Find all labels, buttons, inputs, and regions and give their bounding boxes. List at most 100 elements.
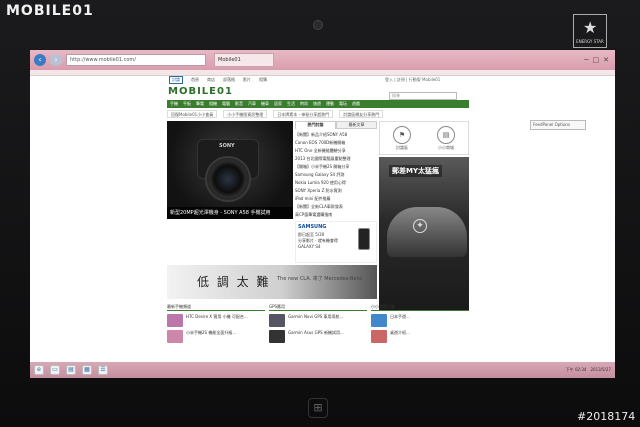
menu-item[interactable]: 居家 (274, 101, 282, 107)
windows-button-icon[interactable]: ⊞ (308, 398, 328, 418)
browser-tab[interactable]: Mobile01 (214, 53, 274, 67)
page-content: 討論 首頁 商店 部落格 影片 相簿 登入 | 註冊 | 行動版 Mobile0… (167, 76, 469, 362)
samsung-ad[interactable]: SAMSUNG 即日起至 5/30 分享影片 · 就有機會得 GALAXY S4 (295, 221, 377, 263)
thumbnail (371, 330, 387, 343)
column-header[interactable]: 最新手機頻道 (167, 304, 265, 311)
system-tray[interactable]: 下午 02:34 2013/5/27 (566, 367, 615, 373)
menu-item[interactable]: 生活 (287, 101, 295, 107)
forward-button[interactable]: › (50, 54, 62, 66)
list-item[interactable]: HTC Desire X 實用 小機 可配合... (167, 314, 265, 327)
energy-star-label: ★ ENERGY STAR (573, 14, 607, 48)
close-button[interactable]: ✕ (603, 56, 609, 64)
list-item[interactable]: 高CP值筆電選購指南 (295, 211, 377, 219)
ie-icon[interactable]: e (34, 365, 44, 375)
menu-item[interactable]: 旅遊 (313, 101, 321, 107)
benz-side-ad[interactable]: 郵差MY太猛瘋 ✦ (379, 157, 469, 311)
top-nav-item[interactable]: 影片 (243, 77, 251, 83)
list-item[interactable]: 日本手遊... (371, 314, 469, 327)
thumbnail (167, 330, 183, 343)
top-nav-item[interactable]: 部落格 (223, 77, 235, 83)
list-item[interactable]: Samsung Galaxy S4 評測 (295, 171, 377, 179)
windows-taskbar: e ▭ ▤ ▦ ☰ 下午 02:34 2013/5/27 (30, 362, 615, 378)
cla-slogan: 低 調 太 難 (197, 275, 271, 289)
minimize-button[interactable]: ─ (584, 56, 588, 64)
menu-item[interactable]: 筆電 (196, 101, 204, 107)
top-nav-item[interactable]: 相簿 (259, 77, 267, 83)
side-icon-label: 小小商城 (438, 144, 454, 150)
side-icon-shop[interactable]: ▤ 小小商城 (437, 125, 455, 151)
maximize-button[interactable]: □ (593, 56, 600, 64)
tab-latest[interactable]: 最新文章 (336, 121, 377, 129)
menu-item[interactable]: 汽車 (248, 101, 256, 107)
address-bar[interactable]: http://www.mobile01.com/ (66, 54, 206, 66)
menu-item[interactable]: 遊戲 (352, 101, 360, 107)
sub-banner[interactable]: 討論區網友分享熱門 (339, 110, 384, 118)
list-item[interactable]: Nokia Lumia 920 使用心得 (295, 179, 377, 187)
sub-banner[interactable]: 回復Mobile01小小會員 (167, 110, 218, 118)
tab-hot[interactable]: 熱門討論 (295, 121, 336, 129)
menu-item[interactable]: 影音 (235, 101, 243, 107)
cla-banner-ad[interactable]: 低 調 太 難 The new CLA. 來了 Mercedes-Benz (167, 265, 377, 299)
top-nav-item[interactable]: 首頁 (191, 77, 199, 83)
camera-brand: SONY (219, 143, 235, 149)
list-item[interactable]: 【開箱】小米手機2S 開箱分享 (295, 163, 377, 171)
mercedes-star-icon: ✦ (413, 219, 427, 233)
clock-time: 下午 02:34 (565, 367, 587, 372)
sub-banners: 回復Mobile01小小會員 小小手機版資訊整理 日本牌素本 - 神秘分享超熱門… (167, 110, 469, 118)
clock-date: 2013/5/27 (590, 367, 611, 372)
list-item[interactable]: 【新聞】新品介紹SONY A58 (295, 131, 377, 139)
column-header[interactable]: 小小遊戲討論 (371, 304, 469, 311)
list-item[interactable]: iPad mini 配件推薦 (295, 195, 377, 203)
sub-banner[interactable]: 小小手機版資訊整理 (223, 110, 268, 118)
list-item[interactable]: Canon EOS 700D新機開箱 (295, 139, 377, 147)
app-icon[interactable]: ▦ (82, 365, 92, 375)
phone-image (358, 228, 370, 250)
column-phones: 最新手機頻道 HTC Desire X 實用 小機 可配合... 小米手機2S … (167, 304, 265, 362)
sub-banner[interactable]: 日本牌素本 - 神秘分享超熱門 (273, 110, 334, 118)
menu-item[interactable]: 相機 (209, 101, 217, 107)
menu-item[interactable]: 運動 (326, 101, 334, 107)
back-button[interactable]: ‹ (34, 54, 46, 66)
site-logo[interactable]: MOBILE01 (168, 86, 233, 97)
list-item[interactable]: 桌遊介紹... (371, 330, 469, 343)
hero-banner[interactable]: SONY 新型20MP超光澤機身 - SONY A58 手機試用 (167, 121, 293, 219)
star-icon: ★ (583, 18, 598, 37)
mobile01-watermark-logo: MOBILE01 (6, 3, 94, 19)
column-gps: GPS應用 Garmin Nuvi GPS 車用導航... Garmin Asu… (269, 304, 367, 362)
menu-item[interactable]: 時尚 (300, 101, 308, 107)
side-icon-forum[interactable]: ⚑ 討論區 (393, 125, 411, 151)
thumbnail (371, 314, 387, 327)
news-panel: 熱門討論 最新文章 【新聞】新品介紹SONY A58 Canon EOS 700… (295, 121, 377, 219)
front-camera (313, 20, 323, 30)
feed-panel-popup[interactable]: FeedPanel Options (530, 120, 586, 130)
thumbnail (269, 330, 285, 343)
news-list: 【新聞】新品介紹SONY A58 Canon EOS 700D新機開箱 HTC … (295, 129, 377, 219)
browser-titlebar: ‹ › http://www.mobile01.com/ Mobile01 ─ … (30, 50, 615, 70)
list-item[interactable]: 2013 台北國際電腦展重點整理 (295, 155, 377, 163)
photo-watermark: #2018174 (577, 410, 636, 423)
side-icon-label: 討論區 (396, 144, 408, 150)
page-left-margin (30, 76, 167, 362)
app-icon[interactable]: ▤ (66, 365, 76, 375)
list-item[interactable]: 【新聞】全新CLA車款發表 (295, 203, 377, 211)
list-item[interactable]: HTC One 全新機能體驗分享 (295, 147, 377, 155)
list-item[interactable]: SONY Xperia Z 防水實測 (295, 187, 377, 195)
top-nav-item[interactable]: 商店 (207, 77, 215, 83)
menu-item[interactable]: 電腦 (222, 101, 230, 107)
app-icon[interactable]: ☰ (98, 365, 108, 375)
column-header[interactable]: GPS應用 (269, 304, 367, 311)
list-item[interactable]: Garmin Asus GPS 新機試用... (269, 330, 367, 343)
store-icon: ▤ (437, 125, 455, 144)
menu-item[interactable]: 機車 (261, 101, 269, 107)
top-nav-item[interactable]: 討論 (169, 76, 183, 84)
site-search-input[interactable]: 搜尋 (389, 92, 457, 100)
thumbnail (167, 314, 183, 327)
menu-item[interactable]: 電玩 (339, 101, 347, 107)
list-item[interactable]: Garmin Nuvi GPS 車用導航... (269, 314, 367, 327)
list-item[interactable]: 小米手機2S 機能全面升級... (167, 330, 265, 343)
top-links[interactable]: 登入 | 註冊 | 行動版 Mobile01 (385, 77, 440, 83)
menu-item[interactable]: 手機 (170, 101, 178, 107)
menu-item[interactable]: 平板 (183, 101, 191, 107)
hero-caption[interactable]: 新型20MP超光澤機身 - SONY A58 手機試用 (167, 207, 293, 219)
folder-icon[interactable]: ▭ (50, 365, 60, 375)
